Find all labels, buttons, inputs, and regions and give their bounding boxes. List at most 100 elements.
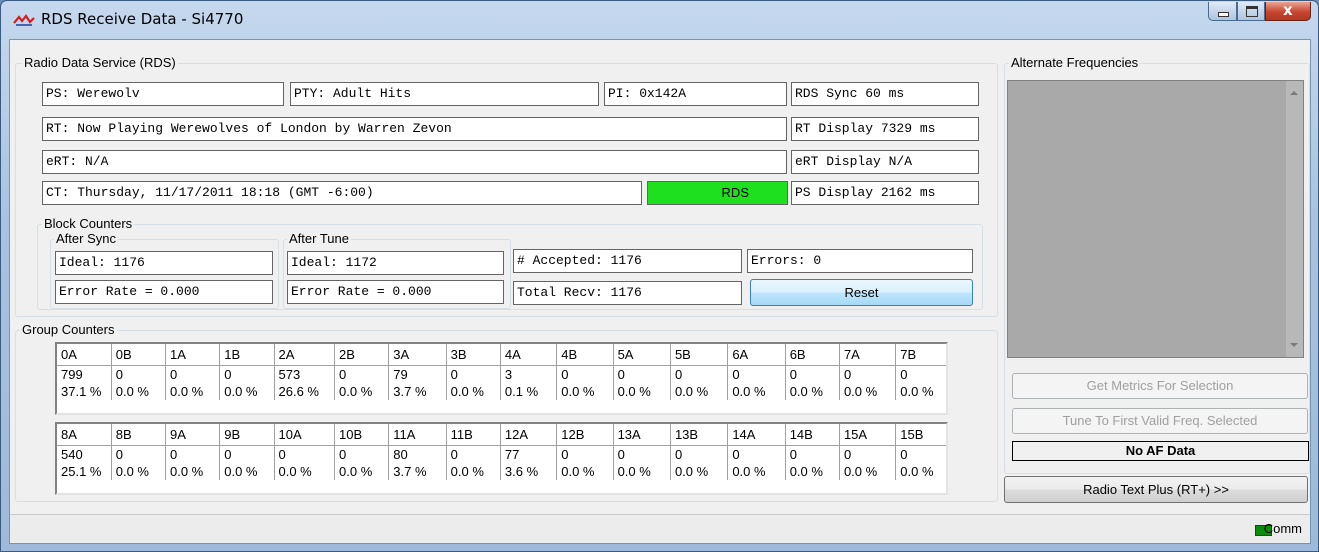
group-percent-cell: 0.0 % (669, 383, 728, 400)
total-recv-field: Total Recv: 1176 (513, 281, 742, 305)
group-table-row: 37.1 % 0.0 % 0.0 % 0.0 % 26.6 % 0.0 % 3.7 % 0.0… (57, 383, 946, 400)
group-count-cell: 0 (110, 365, 166, 383)
maximize-button[interactable] (1237, 2, 1265, 21)
group-header-cell: 14A (727, 424, 786, 446)
window-title: RDS Receive Data - Si4770 (41, 10, 244, 28)
group-header-cell: 2B (334, 344, 389, 366)
rtplus-button[interactable]: Radio Text Plus (RT+) >> (1004, 476, 1308, 503)
close-icon: x (1283, 1, 1293, 19)
accepted-field: # Accepted: 1176 (513, 249, 742, 273)
app-window: RDS Receive Data - Si4770 x Radio Data S… (0, 0, 1319, 552)
after-tune-legend: After Tune (287, 231, 351, 247)
after-sync-error-rate-field: Error Rate = 0.000 (55, 280, 273, 304)
group-percent-cell: 0.0 % (784, 463, 840, 480)
group-count-cell: 0 (669, 445, 728, 463)
app-logo-icon (13, 14, 35, 26)
group-count-cell: 79 (388, 365, 447, 383)
group-table-row: 0A 0B 1A 1B 2A 2B 3A 3B 4A 4B 5A 5B 6A 6B 7A 7B (57, 344, 946, 366)
group-percent-cell: 0.0 % (445, 383, 501, 400)
group-header-cell: 13B (669, 424, 728, 446)
group-percent-cell: 0.0 % (110, 463, 166, 480)
group-percent-cell: 3.6 % (499, 463, 557, 480)
group-count-cell: 0 (895, 445, 946, 463)
minimize-button[interactable] (1208, 2, 1237, 21)
group-header-cell: 4B (556, 344, 614, 366)
group-count-cell: 0 (334, 365, 389, 383)
client-area: Radio Data Service (RDS) PS: Werewolv PT… (9, 39, 1311, 544)
get-metrics-button-label: Get Metrics For Selection (1086, 378, 1234, 393)
group-header-cell: 14B (784, 424, 840, 446)
group-table-0-9: 0A 0B 1A 1B 2A 2B 3A 3B 4A 4B 5A 5B 6A 6B 7A 7B 799 0 0 0 57… (57, 344, 946, 400)
group-count-cell: 0 (612, 445, 671, 463)
group-header-cell: 7A (838, 344, 896, 366)
group-percent-cell: 0.0 % (445, 463, 501, 480)
group-count-cell: 80 (388, 445, 447, 463)
group-percent-cell: 0.0 % (784, 383, 840, 400)
group-counters-table-2[interactable]: 8A 8B 9A 9B 10A 10B 11A 11B 12A 12B 13A 13B 14A 14B 15… (55, 422, 948, 495)
group-percent-cell: 0.1 % (499, 383, 557, 400)
close-button[interactable]: x (1265, 1, 1311, 21)
af-list[interactable] (1007, 80, 1304, 358)
rds-sync-field: RDS Sync 60 ms (791, 82, 979, 106)
rt-field: RT: Now Playing Werewolves of London by … (42, 117, 787, 141)
status-bar: Comm (10, 514, 1310, 543)
tune-first-valid-button[interactable]: Tune To First Valid Freq. Selected (1012, 408, 1308, 434)
group-table-row: 540 0 0 0 0 0 80 0 77 0 0 0 0 0 0 0 (57, 445, 946, 463)
group-header-cell: 9B (219, 424, 274, 446)
after-tune-error-rate-field: Error Rate = 0.000 (287, 280, 504, 304)
title-bar[interactable]: RDS Receive Data - Si4770 x (1, 1, 1318, 39)
group-header-cell: 2A (273, 344, 335, 366)
group-count-cell: 0 (273, 445, 335, 463)
group-count-cell: 0 (838, 365, 896, 383)
group-count-cell: 0 (445, 365, 501, 383)
reset-button[interactable]: Reset (750, 279, 973, 306)
ert-field: eRT: N/A (42, 150, 787, 174)
group-count-cell: 0 (164, 365, 220, 383)
tune-first-valid-button-label: Tune To First Valid Freq. Selected (1062, 413, 1258, 428)
get-metrics-button[interactable]: Get Metrics For Selection (1012, 373, 1308, 399)
group-header-cell: 0B (110, 344, 166, 366)
group-percent-cell: 0.0 % (895, 383, 946, 400)
group-count-cell: 0 (784, 445, 840, 463)
group-header-cell: 4A (499, 344, 557, 366)
group-header-cell: 9A (164, 424, 220, 446)
comm-label: Comm (1263, 521, 1302, 536)
rt-display-field: RT Display 7329 ms (791, 117, 979, 141)
group-header-cell: 1A (164, 344, 220, 366)
group-percent-cell: 0.0 % (612, 463, 671, 480)
group-count-cell: 0 (612, 365, 671, 383)
group-table-row: 799 0 0 0 573 0 79 0 3 0 0 0 0 0 0 0 (57, 365, 946, 383)
group-header-cell: 11A (388, 424, 447, 446)
pty-field: PTY: Adult Hits (290, 82, 599, 106)
group-percent-cell: 3.7 % (388, 463, 447, 480)
minimize-icon (1218, 12, 1229, 17)
group-header-cell: 0A (57, 344, 112, 366)
group-table-8-15: 8A 8B 9A 9B 10A 10B 11A 11B 12A 12B 13A 13B 14A 14B 15… (57, 424, 946, 480)
group-counters-legend: Group Counters (20, 322, 117, 338)
group-percent-cell: 0.0 % (334, 383, 389, 400)
group-header-cell: 12B (556, 424, 614, 446)
group-percent-cell: 0.0 % (110, 383, 166, 400)
group-header-cell: 8B (110, 424, 166, 446)
group-percent-cell: 0.0 % (727, 463, 786, 480)
group-header-cell: 13A (612, 424, 671, 446)
ert-display-field: eRT Display N/A (791, 150, 979, 174)
scroll-up-icon[interactable] (1290, 91, 1298, 95)
af-status: No AF Data (1012, 441, 1309, 461)
group-percent-cell: 0.0 % (895, 463, 946, 480)
after-sync-ideal-field: Ideal: 1176 (55, 251, 273, 275)
group-count-cell: 0 (669, 365, 728, 383)
group-count-cell: 0 (445, 445, 501, 463)
ps-display-field: PS Display 2162 ms (791, 181, 979, 205)
group-percent-cell: 0.0 % (334, 463, 389, 480)
group-header-cell: 7B (895, 344, 946, 366)
scroll-down-icon[interactable] (1290, 343, 1298, 347)
after-sync-legend: After Sync (54, 231, 118, 247)
rds-indicator: RDS (647, 181, 788, 205)
group-count-cell: 0 (727, 365, 786, 383)
af-list-scrollbar[interactable] (1286, 81, 1303, 357)
group-count-cell: 0 (838, 445, 896, 463)
ps-field: PS: Werewolv (42, 82, 284, 106)
group-counters-table-1[interactable]: 0A 0B 1A 1B 2A 2B 3A 3B 4A 4B 5A 5B 6A 6B 7A 7B 799 0 0 0 57… (55, 342, 948, 415)
group-percent-cell: 0.0 % (669, 463, 728, 480)
